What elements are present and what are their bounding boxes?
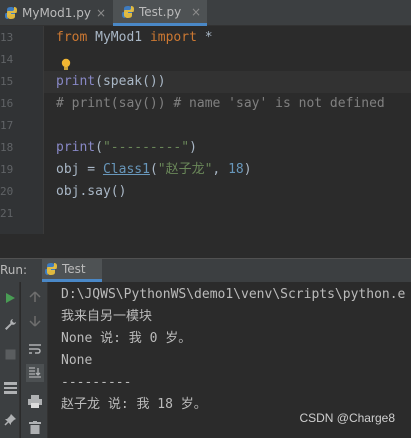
code-token: obj = [56, 162, 103, 177]
arrow-up-icon[interactable] [26, 288, 44, 306]
tab-mymod1-label: MyMod1.py [22, 6, 91, 20]
code-token: "---------" [102, 140, 190, 155]
python-run-config-icon [44, 262, 58, 276]
print-icon[interactable] [26, 392, 44, 410]
code-line[interactable]: obj.say() [56, 181, 411, 203]
code-token: "赵子龙" [157, 162, 213, 177]
python-file-icon [121, 5, 135, 19]
editor-tab-bar: MyMod1.py × Test.py × [0, 0, 411, 26]
code-token: ) [243, 162, 252, 177]
tab-test[interactable]: Test.py × [113, 0, 207, 26]
line-number: 19 [0, 163, 14, 176]
editor-bottom-area [0, 234, 411, 258]
code-token: import [149, 30, 197, 45]
console-line: 我来自另一模块 [61, 309, 153, 324]
watermark: CSDN @Charge8 [299, 411, 395, 425]
run-toolbar-right [21, 282, 48, 438]
run-tool-header: Run: Test [0, 258, 411, 282]
code-token: ) [189, 140, 197, 155]
code-token: ( [95, 140, 103, 155]
code-token: obj.say() [56, 184, 127, 199]
code-line[interactable]: obj = Class1("赵子龙", 18) [56, 159, 411, 181]
line-number: 13 [0, 31, 14, 44]
line-number: 14 [0, 53, 14, 66]
line-number: 17 [0, 119, 14, 132]
code-token[interactable]: Class1 [103, 162, 150, 177]
code-editor[interactable]: 13 14 15 16 17 18 19 20 21 from MyMod1 import * p… [0, 26, 411, 234]
run-label: Run: [0, 263, 28, 277]
code-token: MyMod1 [87, 30, 150, 45]
run-tab-test[interactable]: Test [42, 259, 102, 282]
code-token: # print(say()) # name 'say' is not defin… [56, 96, 385, 111]
line-number: 16 [0, 97, 14, 110]
code-line[interactable] [56, 203, 411, 225]
line-number: 15 [0, 75, 14, 88]
run-tab-label: Test [62, 262, 86, 276]
code-token: (speak()) [95, 74, 166, 89]
code-token: from [56, 30, 88, 45]
console-line: --------- [61, 375, 132, 390]
code-token: * [196, 30, 213, 45]
code-token: , [212, 162, 229, 177]
code-line[interactable] [56, 115, 411, 137]
wrench-icon[interactable] [2, 316, 18, 332]
tab-test-label: Test.py [139, 4, 182, 19]
console-line: D:\JQWS\PythonWS\demo1\venv\Scripts\pyth… [61, 287, 406, 302]
arrow-down-icon[interactable] [26, 312, 44, 330]
line-number: 20 [0, 185, 14, 198]
code-line[interactable] [56, 49, 411, 71]
stop-icon[interactable] [2, 346, 18, 362]
code-token: print [56, 140, 96, 155]
code-line[interactable]: # print(say()) # name 'say' is not defin… [56, 93, 411, 115]
code-line[interactable]: print("---------") [56, 137, 411, 159]
rerun-icon[interactable] [2, 290, 18, 306]
close-icon[interactable]: × [191, 5, 201, 19]
close-icon[interactable]: × [96, 6, 106, 20]
layout-icon[interactable] [2, 380, 18, 396]
tab-mymod1[interactable]: MyMod1.py × [0, 0, 112, 26]
trash-icon[interactable] [26, 418, 44, 436]
run-toolbar-left [0, 282, 20, 438]
line-number: 18 [0, 141, 14, 154]
code-line[interactable]: print(speak()) [56, 71, 411, 93]
code-token: ( [149, 162, 158, 177]
code-token: print [56, 74, 96, 89]
scroll-to-end-icon[interactable] [26, 364, 44, 382]
code-line[interactable]: from MyMod1 import * [56, 27, 411, 49]
python-file-icon [4, 6, 18, 20]
line-number-gutter: 13 14 15 16 17 18 19 20 21 [0, 26, 44, 234]
console-line: None 说: 我 0 岁。 [61, 331, 192, 346]
soft-wrap-icon[interactable] [26, 340, 44, 358]
pin-icon[interactable] [2, 412, 18, 428]
console-line: None [61, 353, 93, 368]
line-number: 21 [0, 207, 14, 220]
code-token: 18 [228, 162, 244, 177]
